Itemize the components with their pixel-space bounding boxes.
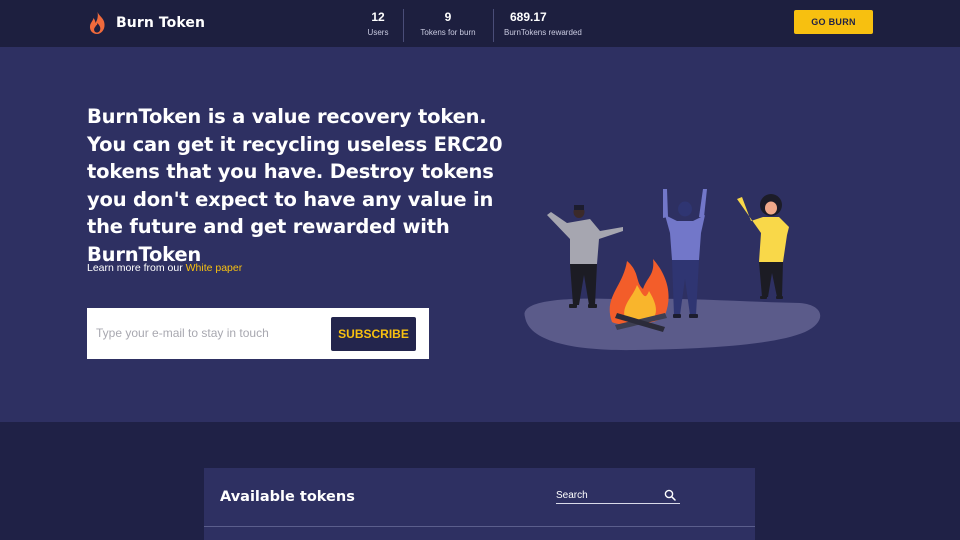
stat-divider (403, 9, 404, 42)
hero-section: BurnToken is a value recovery token. You… (0, 47, 960, 422)
stat-divider (493, 9, 494, 42)
learn-more-text: Learn more from our White paper (87, 262, 242, 274)
stat-tokens-for-burn: 9 Tokens for burn (412, 8, 484, 40)
available-tokens-card: Available tokens Search (204, 468, 755, 540)
stat-tokens-label: Tokens for burn (420, 28, 476, 37)
card-divider (204, 526, 755, 527)
stat-users: 12 Users (358, 8, 398, 40)
stat-rewarded-label: BurnTokens rewarded (504, 28, 582, 37)
top-nav-bar: Burn Token 12 Users 9 Tokens for burn 68… (0, 0, 960, 47)
tokens-section: Available tokens Search (0, 422, 960, 540)
stat-tokens-value: 9 (444, 10, 452, 24)
email-field[interactable] (96, 317, 326, 349)
stat-users-label: Users (367, 28, 389, 37)
subscribe-form: SUBSCRIBE (87, 308, 429, 359)
search-label: Search (556, 490, 588, 501)
learn-more-prefix: Learn more from our (87, 262, 186, 274)
white-paper-link[interactable]: White paper (186, 262, 243, 274)
logo-text: Burn Token (116, 15, 206, 31)
campfire-illustration (524, 189, 821, 351)
search-input[interactable]: Search (556, 489, 680, 504)
go-burn-button[interactable]: GO BURN (794, 10, 873, 34)
hero-title: BurnToken is a value recovery token. You… (87, 105, 503, 266)
available-tokens-title: Available tokens (220, 489, 355, 505)
stat-rewarded-value: 689.17 (510, 10, 547, 24)
stat-burntokens-rewarded: 689.17 BurnTokens rewarded (504, 8, 590, 40)
logo[interactable]: Burn Token (87, 10, 205, 36)
stat-users-value: 12 (371, 10, 385, 24)
flame-logo-icon (89, 12, 105, 34)
search-icon[interactable] (664, 489, 676, 501)
subscribe-button[interactable]: SUBSCRIBE (331, 317, 416, 351)
